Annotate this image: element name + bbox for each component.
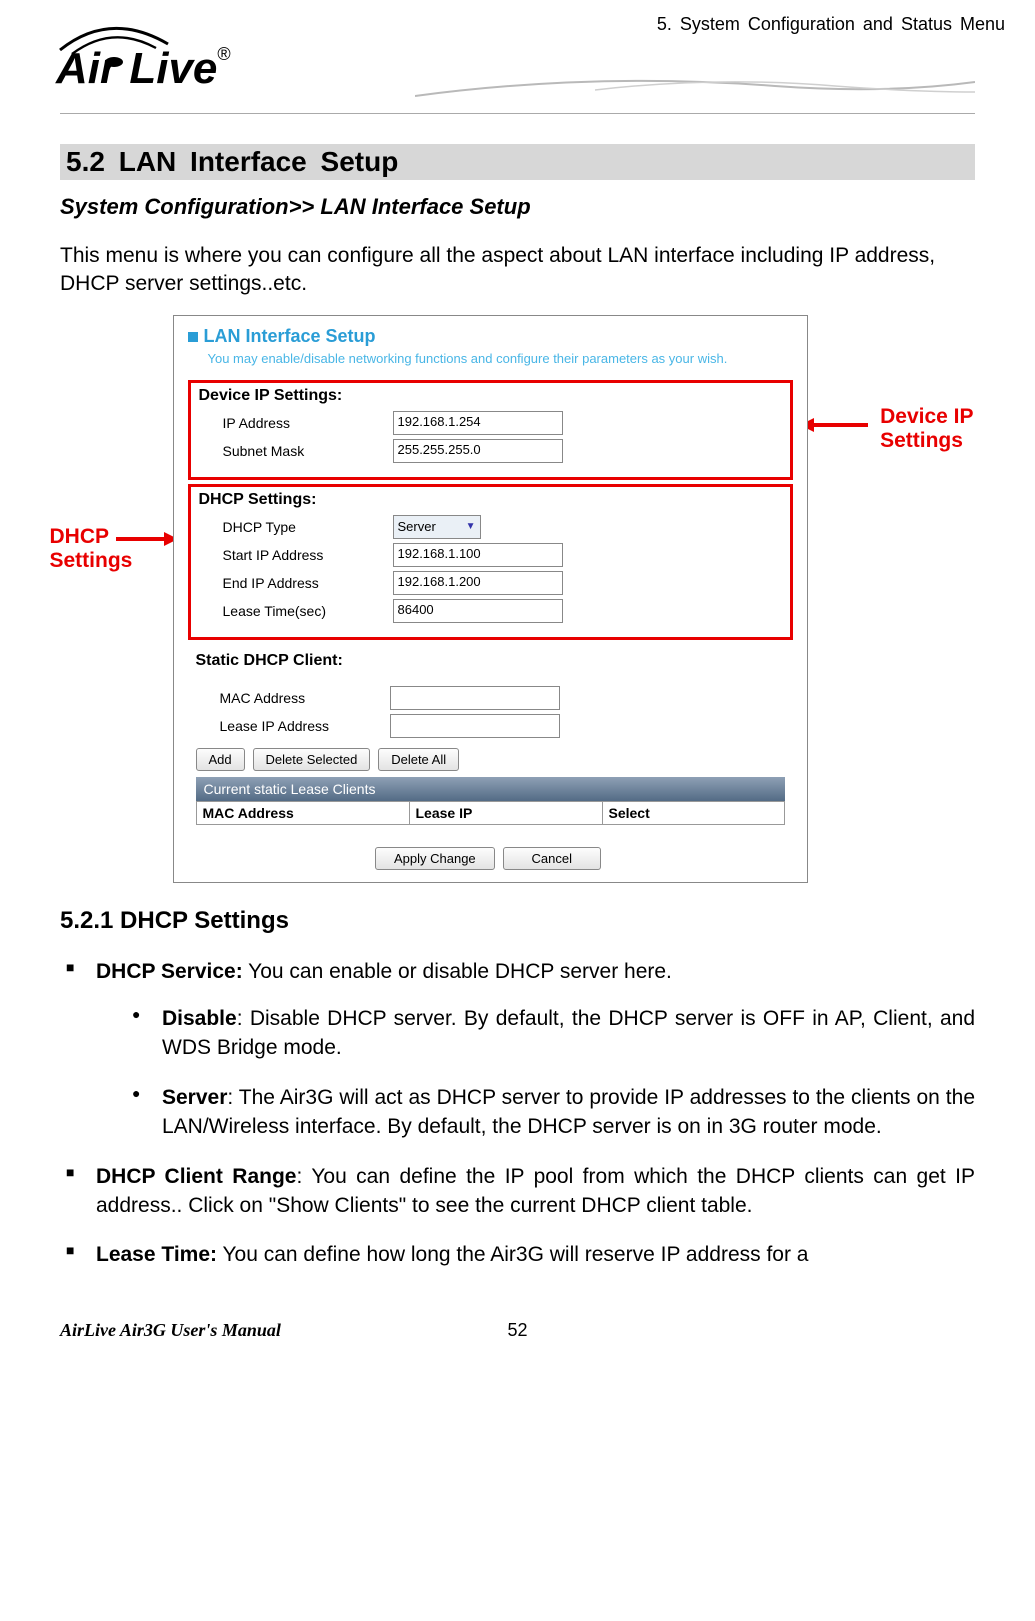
decorative-swoosh [415,68,975,112]
intro-paragraph: This menu is where you can configure all… [60,242,975,299]
dhcp-type-value: Server [398,519,436,534]
server-text: : The Air3G will act as DHCP server to p… [162,1086,975,1138]
start-ip-label: Start IP Address [223,547,393,563]
sub-list: Disable: Disable DHCP server. By default… [96,1004,975,1142]
col-lease-ip: Lease IP [410,802,603,824]
lease-time-input[interactable]: 86400 [393,599,563,623]
panel-title: LAN Interface Setup [174,316,807,349]
lan-setup-panel: LAN Interface Setup You may enable/disab… [173,315,808,883]
lease-ip-input[interactable] [390,714,560,738]
title-bullet-icon [188,332,198,342]
ip-address-label: IP Address [223,415,393,431]
arrow-right-icon [116,527,180,551]
disable-label: Disable [162,1007,237,1030]
callout-device-ip: Device IP Settings [880,405,973,453]
chapter-reference: 5. System Configuration and Status Menu [657,14,1005,35]
dhcp-type-select[interactable]: Server ▼ [393,515,481,539]
dhcp-group: DHCP Settings: DHCP Type Server ▼ Start … [188,484,793,640]
trademark-symbol: ® [217,44,230,64]
delete-all-button[interactable]: Delete All [378,748,459,771]
col-select: Select [603,802,735,824]
start-ip-input[interactable]: 192.168.1.100 [393,543,563,567]
range-label: DHCP Client Range [96,1165,296,1188]
screenshot-figure: Device IP Settings DHCP Settings LAN Int… [68,315,968,883]
apply-change-button[interactable]: Apply Change [375,847,495,870]
list-item: Disable: Disable DHCP server. By default… [162,1004,975,1063]
page-footer: AirLive Air3G User's Manual 52 [0,1300,1035,1357]
brand-text: Air Live [56,44,217,93]
subsection-heading: 5.2.1 DHCP Settings [60,907,975,935]
dhcp-service-label: DHCP Service: [96,960,243,983]
subnet-mask-label: Subnet Mask [223,443,393,459]
chevron-down-icon: ▼ [466,521,476,532]
static-dhcp-legend: Static DHCP Client: [196,652,785,670]
server-label: Server [162,1086,227,1109]
section-number: 5.2 [66,146,105,177]
end-ip-input[interactable]: 192.168.1.200 [393,571,563,595]
lease-ip-label: Lease IP Address [220,718,390,734]
end-ip-label: End IP Address [223,575,393,591]
list-item: DHCP Service: You can enable or disable … [96,957,975,1142]
cancel-button[interactable]: Cancel [503,847,601,870]
footer-manual-title: AirLive Air3G User's Manual [60,1320,281,1341]
device-ip-group: Device IP Settings: IP Address 192.168.1… [188,380,793,480]
lease-label: Lease Time: [96,1243,217,1266]
section-heading-bar: 5.2 LAN Interface Setup [60,144,975,180]
list-item: DHCP Client Range: You can define the IP… [96,1162,975,1221]
section-title: LAN Interface Setup [105,146,398,177]
disable-text: : Disable DHCP server. By default, the D… [162,1007,975,1059]
callout-right-text: Device IP Settings [880,405,973,453]
page-header: Air Live® 5. System Configuration and St… [60,18,975,114]
brand-logo: Air Live® [40,8,300,103]
delete-selected-button[interactable]: Delete Selected [253,748,371,771]
subnet-mask-input[interactable]: 255.255.255.0 [393,439,563,463]
panel-title-text: LAN Interface Setup [204,326,376,346]
add-button[interactable]: Add [196,748,245,771]
list-item: Server: The Air3G will act as DHCP serve… [162,1083,975,1142]
lease-time-label: Lease Time(sec) [223,603,393,619]
dhcp-service-text: You can enable or disable DHCP server he… [243,960,672,983]
static-dhcp-group: Static DHCP Client: MAC Address Lease IP… [174,644,807,833]
mac-address-input[interactable] [390,686,560,710]
device-ip-legend: Device IP Settings: [199,387,782,405]
footer-page-number: 52 [507,1320,527,1341]
list-item: Lease Time: You can define how long the … [96,1240,975,1269]
lease-text: You can define how long the Air3G will r… [217,1243,808,1266]
action-buttons: Apply Change Cancel [174,833,807,882]
ip-address-input[interactable]: 192.168.1.254 [393,411,563,435]
lease-table-header: MAC Address Lease IP Select [196,801,785,825]
breadcrumb: System Configuration>> LAN Interface Set… [60,194,975,220]
mac-address-label: MAC Address [220,690,390,706]
arrow-left-icon [800,413,870,437]
bullet-list: DHCP Service: You can enable or disable … [60,957,975,1270]
lease-table-title: Current static Lease Clients [196,777,785,801]
dhcp-legend: DHCP Settings: [199,491,782,509]
col-mac: MAC Address [197,802,410,824]
panel-description: You may enable/disable networking functi… [174,349,807,376]
dhcp-type-label: DHCP Type [223,519,393,535]
